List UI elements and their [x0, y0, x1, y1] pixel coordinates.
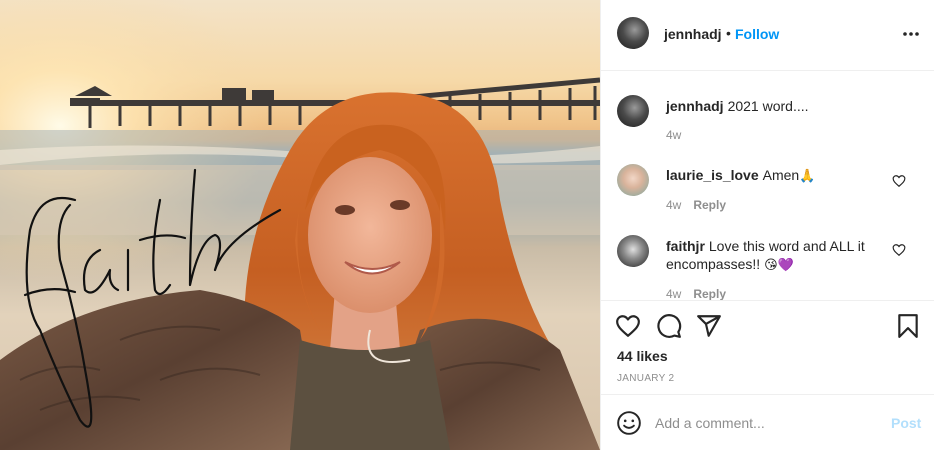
- heart-icon[interactable]: [892, 243, 906, 257]
- comment-username[interactable]: faithjr: [666, 238, 705, 254]
- more-horizontal-icon[interactable]: [901, 24, 921, 44]
- post-date[interactable]: JANUARY 2: [617, 373, 674, 384]
- separator-dot: •: [726, 25, 731, 41]
- caption-body: jennhadj 2021 word....: [666, 97, 896, 115]
- comment-time[interactable]: 4w: [666, 287, 681, 300]
- post-photo[interactable]: [0, 0, 600, 450]
- author-username[interactable]: jennhadj: [664, 26, 722, 42]
- bookmark-icon[interactable]: [895, 313, 921, 339]
- smiley-icon[interactable]: [616, 410, 642, 436]
- reply-button[interactable]: Reply: [693, 198, 726, 212]
- post-actions: 44 likes JANUARY 2: [601, 300, 934, 394]
- follow-button[interactable]: Follow: [735, 26, 779, 42]
- comment-time[interactable]: 4w: [666, 198, 681, 212]
- likes-count[interactable]: 44 likes: [617, 348, 668, 364]
- comment-text: Amen: [762, 167, 800, 183]
- comment-meta: 4w Reply: [666, 198, 726, 212]
- post-comment-button[interactable]: Post: [891, 415, 921, 431]
- paper-plane-icon[interactable]: [696, 313, 722, 339]
- heart-icon[interactable]: [615, 313, 641, 339]
- caption-username[interactable]: jennhadj: [666, 98, 724, 114]
- post-sidebar: jennhadj • Follow jennhadj 2021 word.... …: [600, 0, 934, 450]
- caption-text: 2021 word....: [727, 98, 809, 114]
- reply-button[interactable]: Reply: [693, 287, 726, 300]
- caption-meta: 4w: [666, 128, 681, 142]
- comment-body: laurie_is_love Amen🙏: [666, 166, 896, 186]
- beach-selfie-image: [0, 0, 600, 450]
- comment-emoji: 🙏: [799, 169, 816, 184]
- comments-list[interactable]: jennhadj 2021 word.... 4w laurie_is_love A…: [601, 72, 934, 300]
- caption-time[interactable]: 4w: [666, 128, 681, 142]
- add-comment-input[interactable]: [655, 413, 875, 433]
- comment-emoji: 😘💜: [764, 258, 794, 273]
- commenter-avatar[interactable]: [617, 235, 649, 267]
- add-comment-bar: Post: [601, 394, 934, 450]
- post-header: jennhadj • Follow: [601, 0, 934, 71]
- comment-username[interactable]: laurie_is_love: [666, 167, 759, 183]
- heart-icon[interactable]: [892, 174, 906, 188]
- comment-body: faithjr Love this word and ALL it encompa…: [666, 237, 896, 275]
- author-avatar[interactable]: [617, 17, 649, 49]
- caption-avatar[interactable]: [617, 95, 649, 127]
- comment-icon[interactable]: [656, 313, 682, 339]
- comment-meta: 4w Reply: [666, 287, 726, 300]
- commenter-avatar[interactable]: [617, 164, 649, 196]
